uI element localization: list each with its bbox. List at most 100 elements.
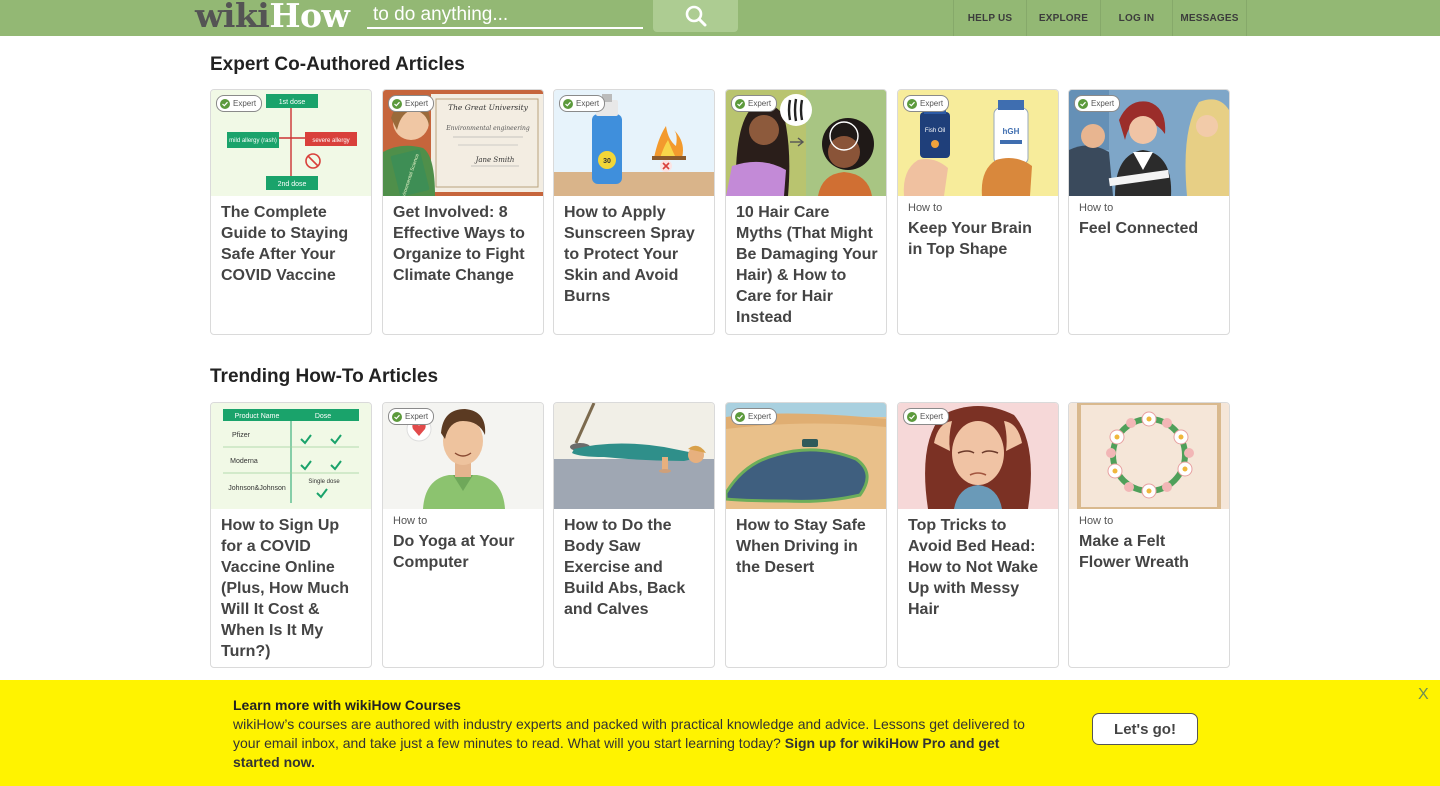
thumb-label: hGH bbox=[1003, 127, 1020, 136]
article-card[interactable]: Expert 10 Hair Care Myths (That Might Be… bbox=[725, 89, 887, 335]
search-icon bbox=[685, 5, 706, 27]
expert-badge: Expert bbox=[1074, 95, 1121, 112]
card-body: How to Sign Up for a COVID Vaccine Onlin… bbox=[221, 515, 363, 662]
thumb-label: The Great University bbox=[448, 103, 529, 112]
check-icon bbox=[1078, 98, 1088, 109]
check-icon bbox=[563, 98, 573, 109]
logo-how: How bbox=[269, 0, 350, 35]
check-icon bbox=[907, 98, 917, 109]
expert-badge: Expert bbox=[559, 95, 606, 112]
thumb-label: Jane Smith bbox=[474, 156, 515, 164]
card-title: How to Sign Up for a COVID Vaccine Onlin… bbox=[221, 517, 349, 660]
expert-badge-label: Expert bbox=[233, 99, 257, 108]
expert-badge: Expert bbox=[731, 408, 778, 425]
nav-log-in[interactable]: LOG IN bbox=[1100, 0, 1172, 36]
thumb-label: mild allergy (rash) bbox=[229, 138, 277, 144]
card-body: How to Make a Felt Flower Wreath bbox=[1079, 515, 1221, 573]
card-title: Make a Felt Flower Wreath bbox=[1079, 533, 1189, 571]
banner-text: wikiHow’s courses are authored with indu… bbox=[233, 715, 1033, 772]
card-body: How to Apply Sunscreen Spray to Protect … bbox=[564, 202, 706, 307]
expert-badge: Expert bbox=[216, 95, 263, 112]
expert-badge-label: Expert bbox=[920, 99, 944, 108]
banner-title: Learn more with wikiHow Courses bbox=[233, 697, 461, 713]
article-card[interactable]: Product Name Dose Pfizer Moderna Johnson… bbox=[210, 402, 372, 668]
article-card[interactable]: Expert How to Do Yoga at Your Computer bbox=[382, 402, 544, 668]
search-button[interactable] bbox=[653, 0, 738, 32]
card-body: How to Feel Connected bbox=[1079, 202, 1221, 239]
card-body: Top Tricks to Avoid Bed Head: How to Not… bbox=[908, 515, 1050, 620]
how-to-label: How to bbox=[1079, 202, 1114, 214]
lets-go-button[interactable]: Let's go! bbox=[1092, 713, 1198, 745]
thumb-label: Fish Oil bbox=[925, 128, 945, 134]
article-card[interactable]: How to Do the Body Saw Exercise and Buil… bbox=[553, 402, 715, 668]
banner-close-button[interactable]: X bbox=[1418, 686, 1429, 704]
card-title: Feel Connected bbox=[1079, 220, 1199, 237]
card-title: Do Yoga at Your Computer bbox=[393, 533, 515, 571]
expert-badge-label: Expert bbox=[748, 412, 772, 421]
card-title: Get Involved: 8 Effective Ways to Organi… bbox=[393, 204, 525, 284]
expert-badge: Expert bbox=[903, 408, 950, 425]
card-body: The Complete Guide to Staying Safe After… bbox=[221, 202, 363, 286]
card-title: Keep Your Brain in Top Shape bbox=[908, 220, 1032, 258]
thumb-label: 30 bbox=[603, 158, 611, 165]
card-title: How to Apply Sunscreen Spray to Protect … bbox=[564, 204, 695, 305]
article-card[interactable]: Expert Top Tricks to Avoid Bed Head: How… bbox=[897, 402, 1059, 668]
logo-wiki: wiki bbox=[195, 0, 270, 35]
card-body: How to Do the Body Saw Exercise and Buil… bbox=[564, 515, 706, 620]
card-body: How to Do Yoga at Your Computer bbox=[393, 515, 535, 573]
expert-badge: Expert bbox=[388, 95, 435, 112]
top-nav: HELP US EXPLORE LOG IN MESSAGES bbox=[953, 0, 1247, 36]
section-title-trending: Trending How-To Articles bbox=[210, 366, 439, 387]
thumb-label: 2nd dose bbox=[278, 181, 307, 188]
expert-badge: Expert bbox=[731, 95, 778, 112]
article-card[interactable]: Fish Oil hGH Expert How to Keep Your Bra… bbox=[897, 89, 1059, 335]
thumb-label: Single dose bbox=[308, 479, 340, 485]
card-title: How to Stay Safe When Driving in the Des… bbox=[736, 517, 866, 576]
how-to-label: How to bbox=[908, 202, 943, 214]
check-icon bbox=[392, 411, 402, 422]
expert-badge-label: Expert bbox=[576, 99, 600, 108]
courses-banner: Learn more with wikiHow Courses wikiHow’… bbox=[0, 680, 1440, 786]
article-card[interactable]: 30 Expert How to Apply Sunscreen Spray t… bbox=[553, 89, 715, 335]
card-body: 10 Hair Care Myths (That Might Be Damagi… bbox=[736, 202, 878, 328]
expert-badge-label: Expert bbox=[405, 99, 429, 108]
check-icon bbox=[220, 98, 230, 109]
card-body: How to Keep Your Brain in Top Shape bbox=[908, 202, 1050, 260]
expert-badge: Expert bbox=[388, 408, 435, 425]
thumb-label: Dose bbox=[315, 413, 331, 420]
thumb-label: Moderna bbox=[230, 458, 258, 465]
article-card[interactable]: Expert How to Feel Connected bbox=[1068, 89, 1230, 335]
nav-messages[interactable]: MESSAGES bbox=[1172, 0, 1247, 36]
how-to-label: How to bbox=[393, 515, 428, 527]
expert-badge: Expert bbox=[903, 95, 950, 112]
check-icon bbox=[735, 98, 745, 109]
article-card[interactable]: Expert How to Stay Safe When Driving in … bbox=[725, 402, 887, 668]
check-icon bbox=[392, 98, 402, 109]
section-title-expert: Expert Co-Authored Articles bbox=[210, 54, 465, 75]
site-header: wikiHow HELP US EXPLORE LOG IN MESSAGES bbox=[0, 0, 1440, 36]
thumb-label: Product Name bbox=[235, 413, 280, 420]
card-title: Top Tricks to Avoid Bed Head: How to Not… bbox=[908, 517, 1039, 618]
card-title: 10 Hair Care Myths (That Might Be Damagi… bbox=[736, 204, 878, 326]
search-input[interactable] bbox=[367, 3, 643, 29]
how-to-label: How to bbox=[1079, 515, 1114, 527]
card-title: How to Do the Body Saw Exercise and Buil… bbox=[564, 517, 686, 618]
wikihow-logo[interactable]: wikiHow bbox=[195, 0, 350, 35]
expert-badge-label: Expert bbox=[920, 412, 944, 421]
article-thumbnail bbox=[1069, 403, 1229, 509]
article-card[interactable]: 1st dose mild allergy (rash) severe alle… bbox=[210, 89, 372, 335]
article-thumbnail bbox=[554, 403, 714, 509]
thumb-label: Pfizer bbox=[232, 432, 251, 439]
card-body: Get Involved: 8 Effective Ways to Organi… bbox=[393, 202, 535, 286]
article-card[interactable]: How to Make a Felt Flower Wreath bbox=[1068, 402, 1230, 668]
thumb-label: Environmental engineering bbox=[445, 125, 530, 132]
card-title: The Complete Guide to Staying Safe After… bbox=[221, 204, 349, 284]
nav-help-us[interactable]: HELP US bbox=[953, 0, 1026, 36]
expert-badge-label: Expert bbox=[748, 99, 772, 108]
thumb-label: 1st dose bbox=[279, 99, 306, 106]
nav-explore[interactable]: EXPLORE bbox=[1026, 0, 1100, 36]
card-body: How to Stay Safe When Driving in the Des… bbox=[736, 515, 878, 578]
article-thumbnail: Product Name Dose Pfizer Moderna Johnson… bbox=[211, 403, 371, 509]
article-card[interactable]: The Great University Environmental engin… bbox=[382, 89, 544, 335]
expert-badge-label: Expert bbox=[1091, 99, 1115, 108]
